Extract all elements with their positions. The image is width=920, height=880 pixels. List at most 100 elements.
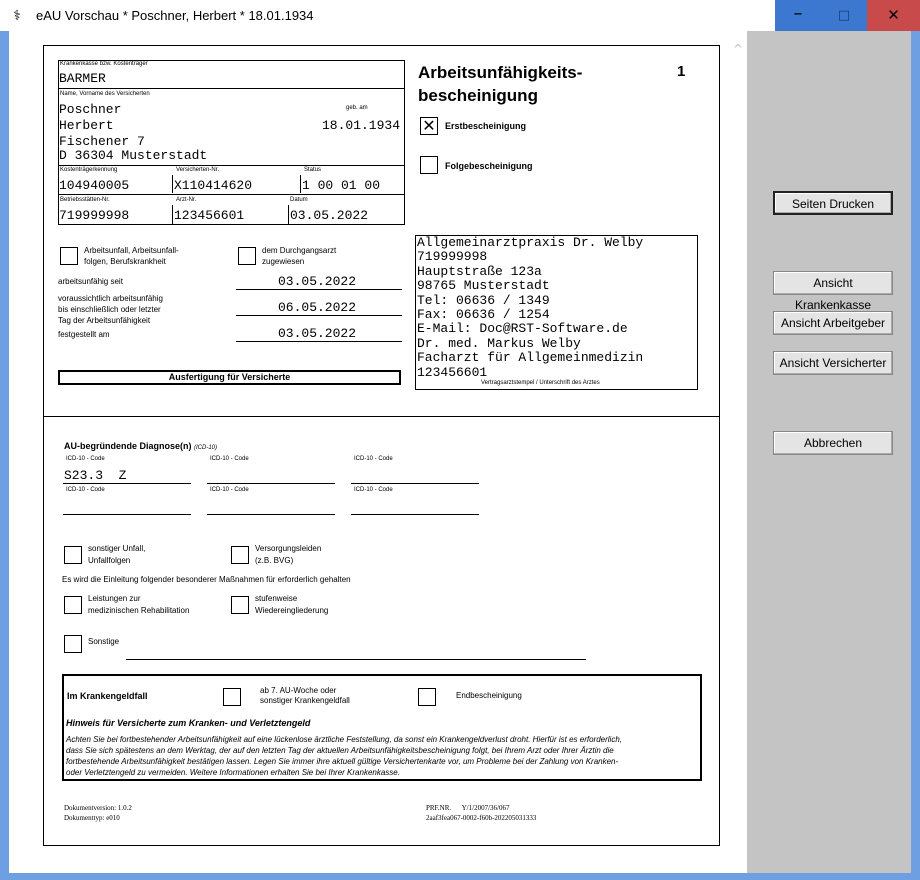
rehabilitation-line-1: Leistungen zur — [88, 594, 141, 603]
follow-up-certificate-label: Folgebescheinigung — [445, 161, 533, 171]
document-version: Dokumentversion: 1.0.2 — [64, 804, 132, 812]
pension-illness-checkbox[interactable] — [231, 546, 249, 564]
sick-pay-label: Im Krankengeldfall — [67, 691, 148, 701]
other-accident-line-2: Unfallfolgen — [88, 556, 131, 565]
unfit-since-value: 03.05.2022 — [278, 274, 357, 289]
notice-text: Achten Sie bei fortbestehender Arbeitsun… — [66, 734, 622, 778]
document-id: 2aaf3fea067-0002-f60b-202205031333 — [426, 814, 537, 822]
divider — [63, 483, 191, 484]
prf-label: PRF.NR. — [426, 804, 452, 812]
notice-title: Hinweis für Versicherte zum Kranken- und… — [66, 718, 311, 728]
other-accident-line-1: sonstiger Unfall, — [88, 544, 146, 553]
divider — [58, 88, 405, 89]
unfit-until-line-3: Tag der Arbeitsunfähigkeit — [58, 316, 151, 325]
prf-line: PRF.NR. Y/1/2007/36/067 — [426, 803, 536, 813]
rehabilitation-checkbox[interactable] — [64, 596, 82, 614]
unfit-until-line-1: voraussichtlich arbeitsunfähig — [58, 294, 163, 303]
city-value: D 36304 Musterstadt — [59, 148, 208, 163]
notice-line-3: fortbestehende Arbeitsunfähigkeit bestät… — [66, 757, 619, 766]
print-pages-button[interactable]: Seiten Drucken — [773, 191, 893, 215]
rehabilitation-label: Leistungen zur medizinischen Rehabilitat… — [88, 593, 189, 617]
icd-label: ICD-10 - Code — [210, 456, 249, 462]
stamp-line: Fax: 06636 / 1254 — [417, 307, 550, 323]
reintegration-label: stufenweise Wiedereingliederung — [255, 593, 328, 617]
notice-line-4: oder Verletztengeld zu vermeiden. Weiter… — [66, 768, 400, 777]
section-divider — [44, 416, 719, 417]
scroll-up-icon[interactable]: ^ — [733, 42, 743, 56]
insurer-value: BARMER — [59, 71, 106, 86]
diagnosis-heading-text: AU-begründende Diagnose(n) — [64, 441, 192, 451]
au-form-page: Krankenkasse bzw. Kostenträger BARMER Na… — [43, 45, 720, 846]
pension-illness-label: Versorgungsleiden (z.B. BVG) — [255, 543, 321, 567]
cancel-button[interactable]: Abbrechen — [773, 431, 893, 455]
stamp-line: 98765 Musterstadt — [417, 278, 550, 294]
view-insurer-button[interactable]: Ansicht Krankenkasse — [773, 271, 893, 312]
divider — [288, 205, 289, 225]
status-value: 1 00 01 00 — [302, 178, 381, 193]
divider — [300, 175, 301, 193]
first-certificate-checkbox[interactable]: ✕ — [420, 117, 438, 135]
transit-doctor-line-2: zugewiesen — [262, 257, 305, 266]
week7-line-2: sonstiger Krankengeldfall — [260, 696, 350, 705]
divider — [63, 514, 191, 515]
status-label: Status — [304, 167, 322, 173]
form-heading: Arbeitsunfähigkeits- bescheinigung — [418, 61, 582, 107]
week7-label: ab 7. AU-Woche oder sonstiger Krankengel… — [260, 686, 350, 706]
maximize-button[interactable]: □ — [821, 0, 867, 31]
other-measures-label: Sonstige — [88, 637, 120, 646]
doctor-stamp-text: Allgemeinarztpraxis Dr. Welby 719999998 Ha… — [417, 235, 644, 380]
icd-label: ICD-10 - Code — [66, 456, 105, 462]
doctor-number-value: 123456601 — [174, 208, 245, 223]
measures-text: Es wird die Einleitung folgender besonde… — [62, 575, 351, 584]
unfit-until-label: voraussichtlich arbeitsunfähig bis einsc… — [58, 293, 163, 326]
close-button[interactable]: ✕ — [867, 0, 920, 31]
unfit-since-label: arbeitsunfähig seit — [58, 277, 123, 286]
work-accident-line-2: folgen, Berufskrankheit — [84, 257, 166, 266]
week7-checkbox[interactable] — [223, 688, 241, 706]
stamp-line: Dr. med. Markus Welby — [417, 335, 581, 351]
diagnosis-suffix: (ICD-10) — [194, 445, 218, 451]
divider — [351, 514, 479, 515]
stamp-line: Facharzt für Allgemeinmedizin — [417, 350, 644, 366]
icd-label: ICD-10 - Code — [354, 487, 393, 493]
stamp-line: 123456601 — [417, 364, 488, 380]
reintegration-checkbox[interactable] — [231, 596, 249, 614]
pension-illness-line-1: Versorgungsleiden — [255, 544, 322, 553]
date-value: 03.05.2022 — [290, 208, 369, 223]
divider — [126, 659, 586, 660]
icd-code-1: S23.3 Z — [64, 468, 127, 483]
other-accident-checkbox[interactable] — [64, 546, 82, 564]
follow-up-certificate-checkbox[interactable] — [420, 156, 438, 174]
notice-line-2: dass Sie sich spätestens an dem Werktag,… — [66, 746, 614, 755]
other-measures-checkbox[interactable] — [64, 635, 82, 653]
prf-info: PRF.NR. Y/1/2007/36/067 2aaf3fea067-0002… — [426, 803, 536, 823]
minimize-button[interactable]: – — [775, 0, 821, 31]
transit-doctor-checkbox[interactable] — [238, 247, 256, 265]
final-certificate-label: Endbescheinigung — [456, 691, 522, 700]
view-employer-button[interactable]: Ansicht Arbeitgeber — [773, 311, 893, 335]
view-insured-button[interactable]: Ansicht Versicherter — [773, 351, 893, 375]
work-accident-label: Arbeitsunfall, Arbeitsunfall- folgen, Be… — [84, 245, 179, 267]
final-certificate-checkbox[interactable] — [418, 688, 436, 706]
work-accident-checkbox[interactable] — [60, 247, 78, 265]
caduceus-icon: ⚕ — [13, 8, 21, 24]
determined-on-label: festgestellt am — [58, 330, 110, 339]
pension-illness-line-2: (z.B. BVG) — [255, 556, 294, 565]
birthdate-value: 18.01.1934 — [322, 118, 401, 133]
notice-line-1: Achten Sie bei fortbestehender Arbeitsun… — [66, 735, 623, 744]
determined-on-value: 03.05.2022 — [278, 326, 357, 341]
copy-type-box: Ausfertigung für Versicherte — [58, 370, 401, 385]
divider — [207, 514, 335, 515]
divider — [207, 483, 335, 484]
insured-number-value: X110414620 — [174, 178, 253, 193]
name-label: Name, Vorname des Versicherten — [60, 91, 150, 97]
rehabilitation-line-2: medizinischen Rehabilitation — [88, 606, 190, 615]
divider — [172, 205, 173, 225]
date-label: Datum — [290, 197, 308, 203]
unfit-until-value: 06.05.2022 — [278, 300, 357, 315]
divider — [236, 315, 402, 316]
divider — [351, 483, 479, 484]
reintegration-line-2: Wiedereingliederung — [255, 606, 329, 615]
transit-doctor-line-1: dem Durchgangsarzt — [262, 246, 337, 255]
vertical-scrollbar[interactable] — [731, 31, 747, 873]
